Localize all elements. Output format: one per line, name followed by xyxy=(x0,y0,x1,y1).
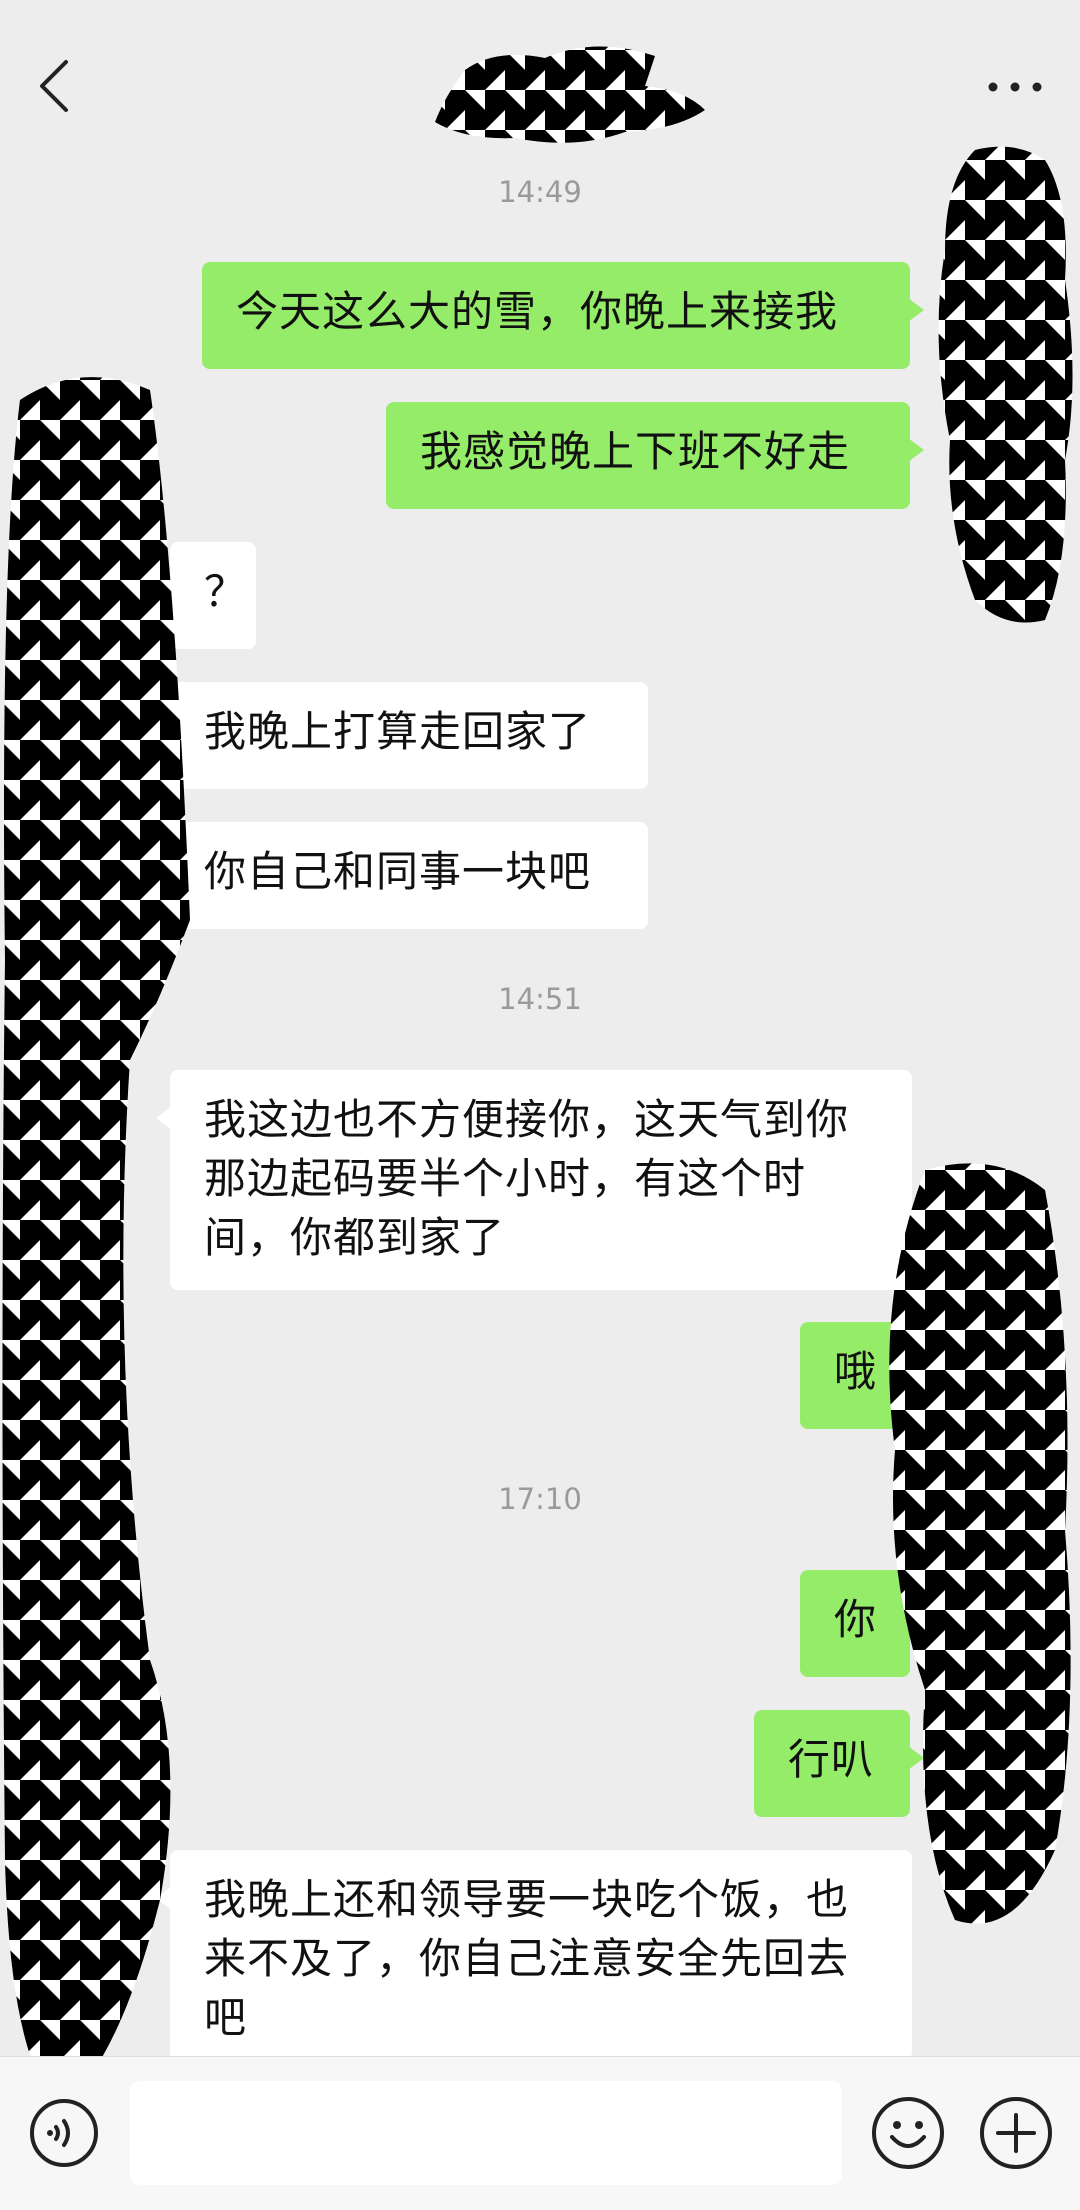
message-line: 来不及了，你自己注意安全先回去 xyxy=(204,1934,850,1983)
redacted-avatar-right-1 xyxy=(938,146,1073,623)
voice-icon[interactable] xyxy=(28,2097,100,2169)
timestamp: 14:49 xyxy=(498,175,582,209)
more-dots-icon[interactable] xyxy=(980,72,1050,102)
message-line: 我这边也不方便接你，这天气到你 xyxy=(204,1095,850,1144)
message-line: 那边起码要半个小时，有这个时 xyxy=(204,1154,807,1203)
message-bubble-sent[interactable]: 我感觉晚上下班不好走 xyxy=(386,402,924,509)
message-bubble-received[interactable]: 我这边也不方便接你，这天气到你 那边起码要半个小时，有这个时 间，你都到家了 xyxy=(156,1070,912,1290)
message-line: 我晚上还和领导要一块吃个饭，也 xyxy=(204,1875,850,1924)
redacted-avatar-left xyxy=(2,377,190,2111)
chat-header xyxy=(0,0,1080,150)
message-bubble-received[interactable]: 我晚上还和领导要一块吃个饭，也 来不及了，你自己注意安全先回去 吧 xyxy=(156,1850,912,2060)
message-bubble-sent[interactable]: 今天这么大的雪，你晚上来接我 xyxy=(202,262,924,369)
input-bar xyxy=(0,2056,1080,2210)
message-input[interactable] xyxy=(130,2081,842,2185)
redacted-contact-name xyxy=(435,46,705,143)
emoji-icon[interactable] xyxy=(870,2095,946,2171)
message-bubble-received[interactable]: 你自己和同事一块吧 xyxy=(156,822,648,929)
back-chevron-icon[interactable] xyxy=(28,56,80,116)
message-bubble-received[interactable]: 我晚上打算走回家了 xyxy=(156,682,648,789)
plus-icon[interactable] xyxy=(978,2095,1054,2171)
message-line: 吧 xyxy=(204,1993,248,2042)
message-line: 间，你都到家了 xyxy=(204,1213,506,1262)
redacted-avatar-right-2 xyxy=(889,1163,1071,1924)
